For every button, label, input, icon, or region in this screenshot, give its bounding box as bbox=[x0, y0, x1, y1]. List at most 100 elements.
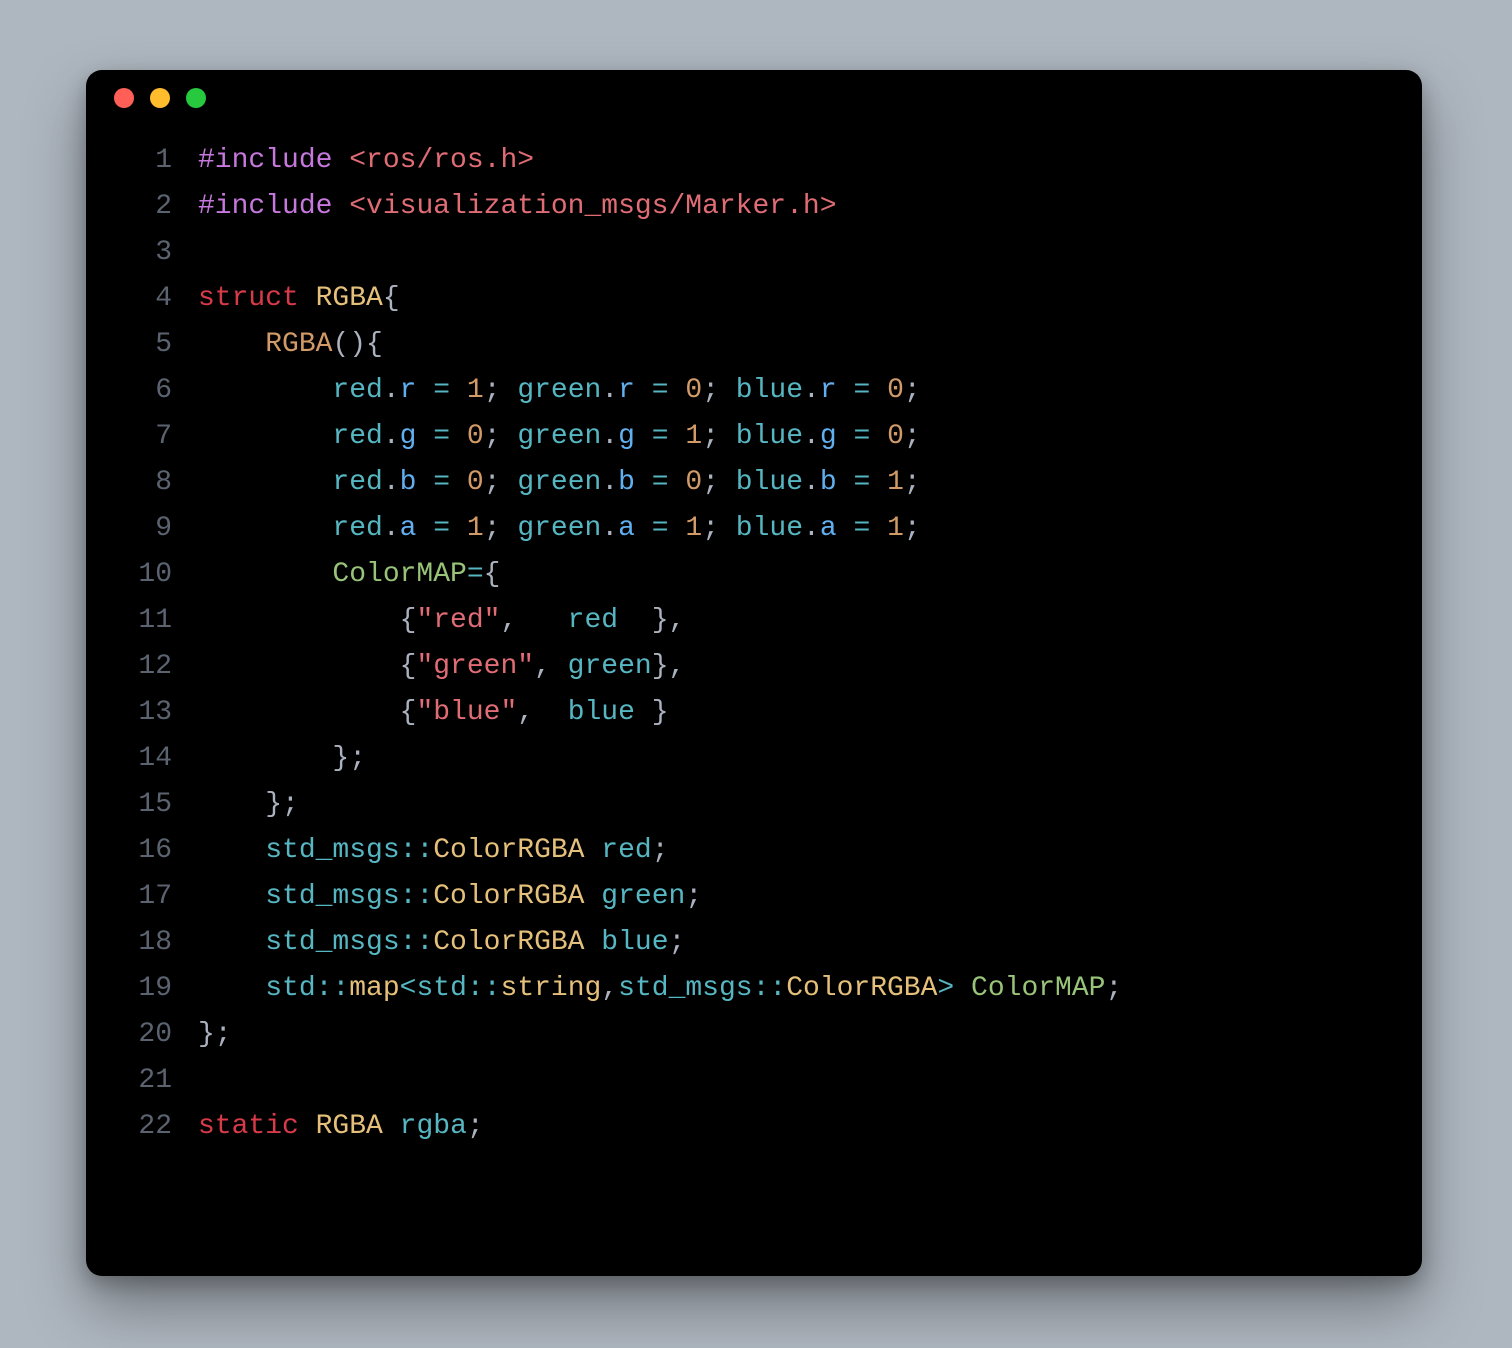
code-line[interactable]: 22static RGBA rgba; bbox=[100, 1104, 1422, 1150]
code-token bbox=[584, 927, 601, 958]
line-number: 20 bbox=[100, 1012, 198, 1058]
code-token: ColorRGBA bbox=[433, 881, 584, 912]
code-token bbox=[954, 973, 971, 1004]
code-line[interactable]: 1#include <ros/ros.h> bbox=[100, 138, 1422, 184]
code-content[interactable]: std::map<std::string,std_msgs::ColorRGBA… bbox=[198, 966, 1122, 1012]
code-line[interactable]: 11 {"red", red }, bbox=[100, 598, 1422, 644]
line-number: 13 bbox=[100, 690, 198, 736]
window-titlebar bbox=[86, 70, 1422, 126]
code-token: = bbox=[837, 467, 887, 498]
code-content[interactable]: static RGBA rgba; bbox=[198, 1104, 484, 1150]
code-token: green bbox=[568, 651, 652, 682]
code-token: red bbox=[568, 605, 618, 636]
code-line[interactable]: 14 }; bbox=[100, 736, 1422, 782]
code-token: > bbox=[937, 973, 954, 1004]
code-token bbox=[198, 559, 332, 590]
code-token: . bbox=[383, 421, 400, 452]
code-line[interactable]: 16 std_msgs::ColorRGBA red; bbox=[100, 828, 1422, 874]
code-token: = bbox=[467, 559, 484, 590]
code-line[interactable]: 15 }; bbox=[100, 782, 1422, 828]
code-token: <ros/ros.h> bbox=[349, 145, 534, 176]
code-token: green bbox=[517, 513, 601, 544]
code-content[interactable]: std_msgs::ColorRGBA green; bbox=[198, 874, 702, 920]
code-token: { bbox=[198, 697, 416, 728]
code-token: 1 bbox=[685, 513, 702, 544]
code-token: r bbox=[618, 375, 635, 406]
code-content[interactable]: red.g = 0; green.g = 1; blue.g = 0; bbox=[198, 414, 921, 460]
code-line[interactable]: 13 {"blue", blue } bbox=[100, 690, 1422, 736]
code-content[interactable]: {"blue", blue } bbox=[198, 690, 669, 736]
code-content[interactable]: red.b = 0; green.b = 0; blue.b = 1; bbox=[198, 460, 921, 506]
minimize-icon[interactable] bbox=[150, 88, 170, 108]
code-token: ; bbox=[484, 421, 518, 452]
code-line[interactable]: 12 {"green", green}, bbox=[100, 644, 1422, 690]
code-token: { bbox=[198, 651, 416, 682]
code-line[interactable]: 3 bbox=[100, 230, 1422, 276]
code-content[interactable]: struct RGBA{ bbox=[198, 276, 400, 322]
code-line[interactable]: 4struct RGBA{ bbox=[100, 276, 1422, 322]
code-content[interactable]: }; bbox=[198, 1012, 232, 1058]
line-number: 8 bbox=[100, 460, 198, 506]
zoom-icon[interactable] bbox=[186, 88, 206, 108]
code-line[interactable]: 5 RGBA(){ bbox=[100, 322, 1422, 368]
code-token: 0 bbox=[685, 467, 702, 498]
code-token: red bbox=[332, 375, 382, 406]
code-line[interactable]: 2#include <visualization_msgs/Marker.h> bbox=[100, 184, 1422, 230]
code-line[interactable]: 9 red.a = 1; green.a = 1; blue.a = 1; bbox=[100, 506, 1422, 552]
code-line[interactable]: 21 bbox=[100, 1058, 1422, 1104]
code-token: blue bbox=[568, 697, 635, 728]
code-token: :: bbox=[467, 973, 501, 1004]
code-line[interactable]: 18 std_msgs::ColorRGBA blue; bbox=[100, 920, 1422, 966]
code-content[interactable]: ColorMAP={ bbox=[198, 552, 500, 598]
code-content[interactable]: std_msgs::ColorRGBA red; bbox=[198, 828, 669, 874]
code-token: ; bbox=[484, 467, 518, 498]
code-content[interactable]: RGBA(){ bbox=[198, 322, 383, 368]
code-token: ; bbox=[702, 467, 736, 498]
code-line[interactable]: 8 red.b = 0; green.b = 0; blue.b = 1; bbox=[100, 460, 1422, 506]
code-token: { bbox=[484, 559, 501, 590]
code-token: = bbox=[416, 421, 466, 452]
code-token: <visualization_msgs/Marker.h> bbox=[349, 191, 836, 222]
code-token: ; bbox=[904, 375, 921, 406]
code-editor[interactable]: 1#include <ros/ros.h>2#include <visualiz… bbox=[86, 132, 1422, 1276]
code-token: = bbox=[837, 513, 887, 544]
code-content[interactable]: {"red", red }, bbox=[198, 598, 685, 644]
code-token: . bbox=[601, 421, 618, 452]
code-content[interactable]: #include <ros/ros.h> bbox=[198, 138, 534, 184]
code-token: ; bbox=[904, 421, 921, 452]
code-token: . bbox=[601, 375, 618, 406]
code-token: 0 bbox=[685, 375, 702, 406]
code-line[interactable]: 6 red.r = 1; green.r = 0; blue.r = 0; bbox=[100, 368, 1422, 414]
code-token: a bbox=[400, 513, 417, 544]
code-line[interactable]: 17 std_msgs::ColorRGBA green; bbox=[100, 874, 1422, 920]
code-content[interactable]: red.r = 1; green.r = 0; blue.r = 0; bbox=[198, 368, 921, 414]
code-token: = bbox=[635, 513, 685, 544]
code-token: 0 bbox=[467, 421, 484, 452]
code-token: #include bbox=[198, 145, 349, 176]
code-token: ColorRGBA bbox=[433, 927, 584, 958]
code-token: g bbox=[820, 421, 837, 452]
close-icon[interactable] bbox=[114, 88, 134, 108]
code-token: ; bbox=[904, 467, 921, 498]
code-line[interactable]: 20}; bbox=[100, 1012, 1422, 1058]
code-token bbox=[198, 467, 332, 498]
code-line[interactable]: 7 red.g = 0; green.g = 1; blue.g = 0; bbox=[100, 414, 1422, 460]
code-line[interactable]: 10 ColorMAP={ bbox=[100, 552, 1422, 598]
code-token: { bbox=[198, 605, 416, 636]
code-token: rgba bbox=[400, 1111, 467, 1142]
code-line[interactable]: 19 std::map<std::string,std_msgs::ColorR… bbox=[100, 966, 1422, 1012]
code-content[interactable]: }; bbox=[198, 736, 366, 782]
code-token: 0 bbox=[467, 467, 484, 498]
line-number: 10 bbox=[100, 552, 198, 598]
line-number: 11 bbox=[100, 598, 198, 644]
code-content[interactable]: std_msgs::ColorRGBA blue; bbox=[198, 920, 685, 966]
code-token: ; bbox=[702, 375, 736, 406]
line-number: 4 bbox=[100, 276, 198, 322]
code-content[interactable]: #include <visualization_msgs/Marker.h> bbox=[198, 184, 837, 230]
code-token: . bbox=[803, 375, 820, 406]
code-content[interactable]: red.a = 1; green.a = 1; blue.a = 1; bbox=[198, 506, 921, 552]
code-content[interactable]: }; bbox=[198, 782, 299, 828]
code-token: , bbox=[500, 605, 567, 636]
code-content[interactable]: {"green", green}, bbox=[198, 644, 685, 690]
line-number: 15 bbox=[100, 782, 198, 828]
